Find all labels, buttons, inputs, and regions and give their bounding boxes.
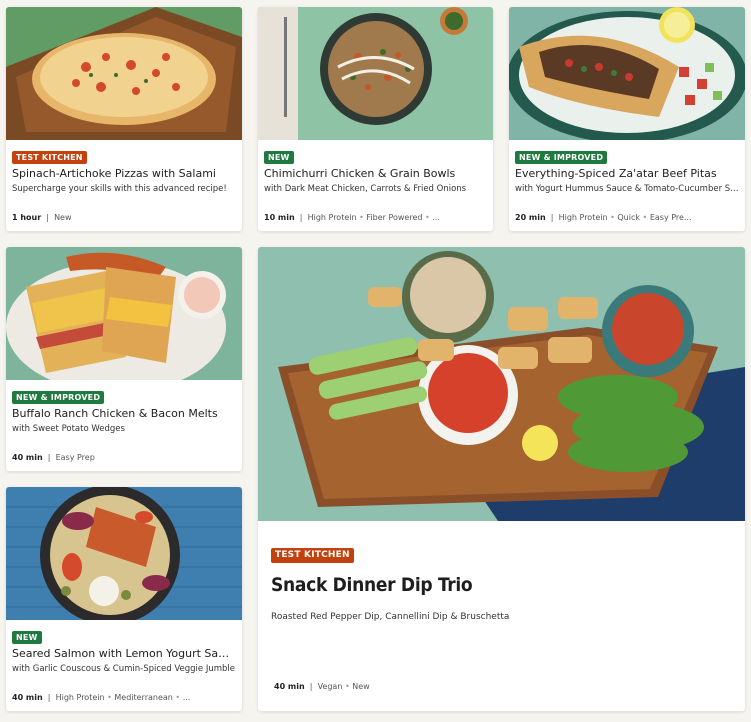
recipe-title: Snack Dinner Dip Trio — [271, 574, 473, 596]
recipe-subtitle: Supercharge your skills with this advanc… — [12, 184, 227, 194]
recipe-meta: 40 min | Easy Prep — [12, 453, 95, 462]
recipe-tag: New — [54, 213, 72, 222]
recipe-image — [6, 487, 242, 620]
recipe-image — [258, 247, 745, 521]
recipe-subtitle: with Garlic Couscous & Cumin-Spiced Vegg… — [12, 664, 235, 674]
recipe-image — [509, 7, 745, 140]
recipe-meta: 40 min | Vegan • New — [274, 682, 370, 691]
recipe-card-chimichurri-chicken[interactable]: NEW Chimichurri Chicken & Grain Bowls wi… — [258, 7, 493, 231]
recipe-meta: 20 min | High Protein • Quick • Easy Pre… — [515, 213, 692, 222]
recipe-tag: Quick — [617, 213, 640, 222]
recipe-meta: 1 hour | New — [12, 213, 72, 222]
recipe-tag: Vegan — [317, 682, 343, 691]
recipe-title: Seared Salmon with Lemon Yogurt Sauce — [12, 647, 236, 660]
recipe-time: 40 min — [12, 453, 43, 462]
recipe-tag: Easy Prep — [55, 453, 95, 462]
recipe-time: 1 hour — [12, 213, 42, 222]
recipe-card-snack-dinner-dip-trio[interactable]: TEST KITCHEN Snack Dinner Dip Trio Roast… — [258, 247, 745, 711]
recipe-tag: High Protein — [307, 213, 357, 222]
recipe-image — [6, 7, 242, 140]
recipe-image — [6, 247, 242, 380]
recipe-title: Spinach-Artichoke Pizzas with Salami — [12, 167, 216, 180]
recipe-tag: High Protein — [558, 213, 608, 222]
recipe-tag: Mediterranean — [114, 693, 173, 702]
recipe-card-seared-salmon[interactable]: NEW Seared Salmon with Lemon Yogurt Sauc… — [6, 487, 242, 711]
recipe-card-spinach-artichoke-pizzas[interactable]: TEST KITCHEN Spinach-Artichoke Pizzas wi… — [6, 7, 242, 231]
recipe-meta: 40 min | High Protein • Mediterranean • … — [12, 693, 191, 702]
recipe-tag: ... — [182, 693, 191, 702]
recipe-time: 20 min — [515, 213, 546, 222]
recipe-title: Chimichurri Chicken & Grain Bowls — [264, 167, 456, 180]
recipe-badge: NEW — [264, 151, 294, 164]
recipe-title: Everything-Spiced Za'atar Beef Pitas — [515, 167, 717, 180]
recipe-tag: ... — [432, 213, 440, 222]
recipe-time: 40 min — [274, 682, 305, 691]
recipe-badge: TEST KITCHEN — [12, 151, 87, 164]
recipe-tag: Easy Pre... — [649, 213, 692, 222]
recipe-image — [258, 7, 493, 140]
recipe-subtitle: with Dark Meat Chicken, Carrots & Fried … — [264, 184, 467, 194]
recipe-title: Buffalo Ranch Chicken & Bacon Melts — [12, 407, 218, 420]
recipe-badge: NEW & IMPROVED — [515, 151, 608, 164]
recipe-subtitle: Roasted Red Pepper Dip, Cannellini Dip &… — [271, 612, 510, 622]
recipe-meta: 10 min | High Protein • Fiber Powered • … — [264, 213, 440, 222]
recipe-tag: Fiber Powered — [366, 213, 423, 222]
recipe-tag: High Protein — [55, 693, 105, 702]
recipe-time: 10 min — [264, 213, 295, 222]
recipe-badge: NEW & IMPROVED — [12, 391, 105, 404]
recipe-tag: New — [352, 682, 370, 691]
recipe-badge: TEST KITCHEN — [271, 548, 354, 563]
recipe-card-zaatar-beef-pitas[interactable]: NEW & IMPROVED Everything-Spiced Za'atar… — [509, 7, 745, 231]
recipe-badge: NEW — [12, 631, 42, 644]
recipe-subtitle: with Yogurt Hummus Sauce & Tomato-Cucumb… — [515, 184, 739, 194]
recipe-card-buffalo-ranch-chicken[interactable]: NEW & IMPROVED Buffalo Ranch Chicken & B… — [6, 247, 242, 471]
recipe-time: 40 min — [12, 693, 43, 702]
recipe-subtitle: with Sweet Potato Wedges — [12, 424, 125, 434]
